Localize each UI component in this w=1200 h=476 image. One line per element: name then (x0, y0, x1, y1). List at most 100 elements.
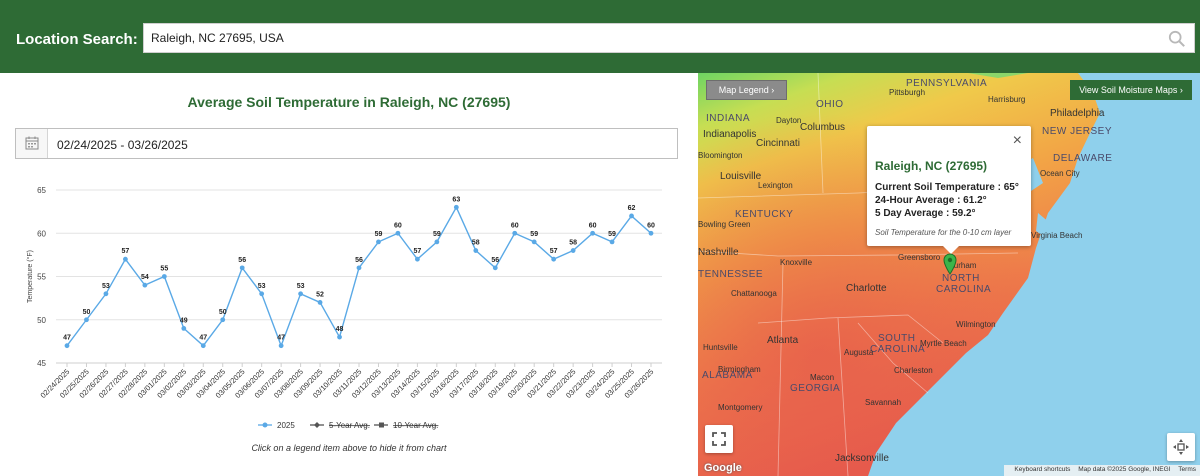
data-label: 54 (141, 274, 149, 281)
data-label: 60 (511, 222, 519, 229)
map-label-new-jersey: NEW JERSEY (1042, 126, 1113, 137)
map-label-chattanooga: Chattanooga (731, 289, 777, 298)
map-label-atlanta: Atlanta (767, 335, 799, 346)
data-point (200, 343, 206, 349)
legend-item[interactable]: 5-Year Avg. (310, 421, 370, 430)
data-label: 47 (199, 335, 207, 342)
y-tick-label: 50 (37, 316, 46, 325)
y-tick-label: 45 (37, 359, 46, 368)
data-label: 47 (63, 335, 71, 342)
legend-label: 2025 (277, 421, 295, 430)
map-data-credit: Map data ©2025 Google, INEGI (1078, 466, 1171, 473)
date-range-picker[interactable]: 02/24/2025 - 03/26/2025 (15, 128, 678, 159)
fullscreen-button[interactable] (705, 425, 733, 453)
map-label-south-carolina-2: CAROLINA (870, 344, 926, 355)
date-range-value: 02/24/2025 - 03/26/2025 (57, 138, 188, 152)
legend-item[interactable]: 10-Year Avg. (374, 421, 438, 430)
data-label: 56 (355, 257, 363, 264)
data-point (103, 291, 109, 297)
keyboard-shortcuts-link[interactable]: Keyboard shortcuts (1014, 466, 1070, 473)
data-label: 57 (414, 248, 422, 255)
data-label: 59 (433, 231, 441, 238)
map-label-columbus: Columbus (800, 122, 846, 133)
legend-item[interactable]: 2025 (258, 421, 295, 430)
location-search-box[interactable] (143, 23, 1195, 53)
data-point (239, 265, 245, 271)
data-point (453, 204, 459, 210)
current-soil-temperature: Current Soil Temperature : 65° (875, 182, 1019, 193)
map-label-knoxville: Knoxville (780, 258, 813, 267)
map-attribution: Keyboard shortcuts Map data ©2025 Google… (1004, 465, 1200, 476)
legend-label: 5-Year Avg. (329, 421, 370, 430)
soil-temperature-map[interactable]: PENNSYLVANIA Pittsburgh OHIO Harrisburg … (698, 73, 1200, 476)
data-point (278, 343, 284, 349)
map-label-wilmington: Wilmington (956, 320, 996, 329)
data-label: 60 (647, 222, 655, 229)
google-logo: Google (704, 462, 742, 474)
data-point (434, 239, 440, 245)
data-point (531, 239, 537, 245)
data-label: 56 (238, 257, 246, 264)
data-label: 59 (375, 231, 383, 238)
map-label-ohio: OHIO (816, 99, 844, 110)
data-label: 48 (336, 326, 344, 333)
data-point (590, 230, 595, 236)
data-point (376, 239, 381, 245)
data-label: 58 (569, 240, 577, 247)
legend-marker (314, 422, 320, 428)
data-label: 53 (258, 283, 266, 290)
map-label-georgia: GEORGIA (790, 383, 841, 394)
y-axis-label: Temperature (°F) (26, 250, 34, 303)
map-label-dayton: Dayton (776, 116, 802, 125)
map-label-virginia-beach: Virginia Beach (1031, 231, 1083, 240)
data-label: 52 (316, 291, 324, 298)
24-hour-average: 24-Hour Average : 61.2° (875, 195, 987, 206)
data-label: 53 (102, 283, 110, 290)
view-soil-moisture-maps-button[interactable]: View Soil Moisture Maps › (1070, 80, 1192, 100)
map-pin-icon[interactable] (943, 253, 957, 275)
calendar-icon (25, 136, 39, 150)
soil-temperature-chart: 4550556065Temperature (°F)02/24/202502/2… (26, 186, 662, 430)
data-point (648, 230, 654, 236)
data-point (84, 317, 89, 323)
popup-title: Raleigh, NC (27695) (875, 159, 988, 173)
map-label-macon: Macon (810, 373, 835, 382)
map-legend-button[interactable]: Map Legend › (706, 80, 787, 100)
calendar-button[interactable] (16, 129, 48, 158)
map-label-charlotte: Charlotte (846, 283, 887, 294)
map-label-indianapolis: Indianapolis (703, 129, 757, 140)
data-label: 57 (122, 248, 130, 255)
close-icon[interactable]: × (1013, 133, 1022, 149)
search-icon[interactable] (1168, 30, 1186, 48)
data-label: 59 (530, 231, 538, 238)
map-label-south-carolina-1: SOUTH (878, 333, 916, 344)
recenter-icon (1173, 439, 1189, 455)
data-point (473, 248, 479, 253)
map-label-augusta: Augusta (844, 348, 874, 357)
map-label-charleston: Charleston (894, 366, 933, 375)
map-label-huntsville: Huntsville (703, 343, 738, 352)
data-point (161, 274, 167, 279)
data-point (298, 291, 303, 297)
map-label-bowling-green: Bowling Green (698, 220, 751, 229)
y-tick-label: 60 (37, 229, 46, 238)
data-label: 55 (160, 266, 168, 273)
terms-link[interactable]: Terms (1178, 466, 1196, 473)
map-label-ocean-city: Ocean City (1040, 169, 1080, 178)
map-label-tennessee: TENNESSEE (698, 269, 764, 280)
location-search-input[interactable] (144, 24, 1144, 52)
data-label: 53 (297, 283, 305, 290)
map-label-pittsburgh: Pittsburgh (889, 88, 926, 97)
legend-marker (379, 422, 384, 428)
data-point (629, 213, 634, 219)
recenter-button[interactable] (1167, 433, 1195, 461)
data-point (64, 343, 70, 349)
map-label-lexington: Lexington (758, 181, 793, 190)
chart-legend-hint: Click on a legend item above to hide it … (251, 443, 447, 453)
map-label-kentucky: KENTUCKY (735, 209, 794, 220)
data-point (337, 334, 342, 340)
data-point (317, 300, 323, 305)
data-label: 62 (628, 205, 636, 212)
5-day-average: 5 Day Average : 59.2° (875, 208, 976, 219)
data-label: 50 (219, 309, 227, 316)
